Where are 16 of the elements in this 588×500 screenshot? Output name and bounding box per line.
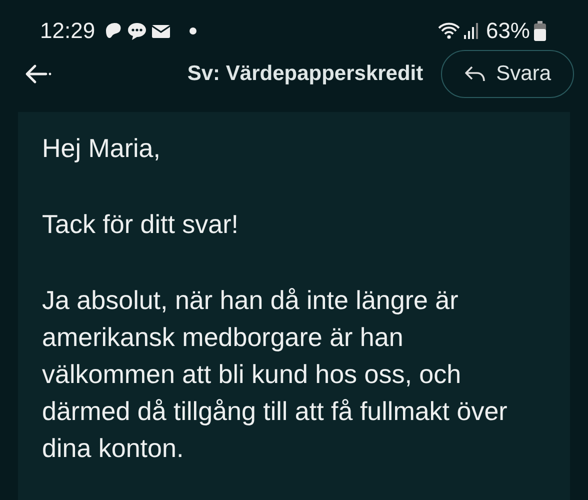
battery-icon [534,21,546,41]
message-paragraph: Tack för ditt svar! [42,208,240,241]
wifi-icon [438,22,460,40]
message-paragraph: Ja absolut, när han då inte längre är amerikansk medborgare är han välkommen att bli kund hos oss, och därmed då tillgång till att få fullmakt över dina konton. [42,284,508,465]
back-arrow-icon[interactable] [24,63,52,85]
email-subject-title: Sv: Värdepapperskredit [187,62,424,86]
mail-icon [151,23,172,39]
message-paragraph: Hej Maria, [42,132,162,165]
battery-percentage: 63% [486,18,530,44]
dot-icon [189,27,198,35]
app-icon [103,21,124,41]
reply-button[interactable]: Svara [441,50,574,98]
reply-icon [464,65,486,83]
chat-icon [127,21,148,41]
signal-icon [464,23,478,39]
status-time: 12:29 [40,18,96,44]
